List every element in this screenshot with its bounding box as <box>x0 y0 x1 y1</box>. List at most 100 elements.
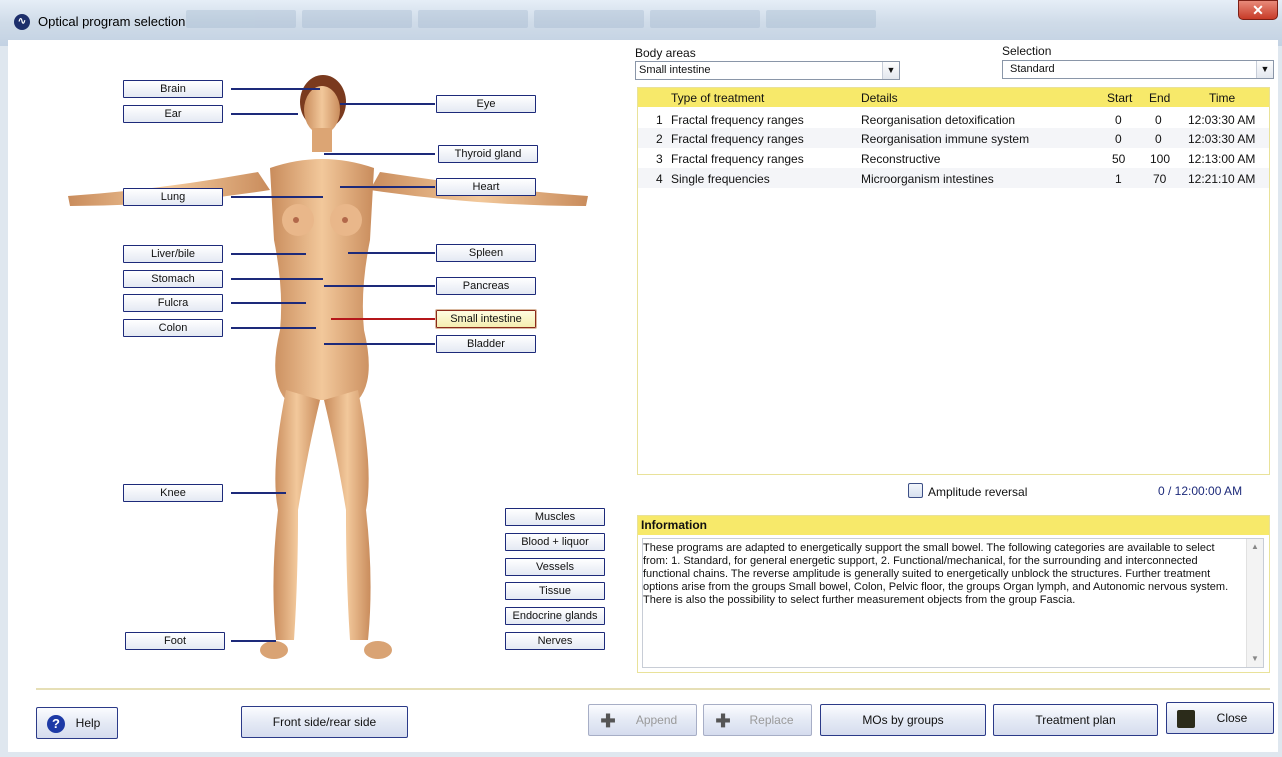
organ-button-foot[interactable]: Foot <box>125 632 225 650</box>
cell-type: Fractal frequency ranges <box>671 113 804 127</box>
group-button-nerves[interactable]: Nerves <box>505 632 605 650</box>
col-header-type[interactable]: Type of treatment <box>671 91 764 105</box>
information-scrollbar[interactable]: ▲ ▼ <box>1246 539 1263 667</box>
cell-end: 0 <box>1155 113 1162 127</box>
window-title: Optical program selection <box>38 14 186 29</box>
cell-end: 0 <box>1155 132 1162 146</box>
row-number: 1 <box>656 113 663 127</box>
cell-details: Microorganism intestines <box>861 172 994 186</box>
right-foot-shape <box>364 641 392 659</box>
treatment-table: Type of treatment Details Start End Time… <box>637 87 1270 475</box>
app-icon: ∿ <box>14 14 30 30</box>
information-title: Information <box>638 516 1269 535</box>
organ-button-colon[interactable]: Colon <box>123 319 223 337</box>
close-button[interactable]: Close <box>1166 702 1274 734</box>
row-number: 3 <box>656 152 663 166</box>
cell-end: 100 <box>1150 152 1171 166</box>
detail-mark <box>342 217 348 223</box>
organ-button-ear[interactable]: Ear <box>123 105 223 123</box>
ghost-tab <box>766 10 876 28</box>
row-number: 4 <box>656 172 663 186</box>
col-header-details[interactable]: Details <box>861 91 898 105</box>
close-window-button[interactable]: ✕ <box>1238 0 1278 20</box>
help-button[interactable]: ? Help <box>36 707 118 739</box>
group-button-endocrine-glands[interactable]: Endocrine glands <box>505 607 605 625</box>
help-icon: ? <box>47 715 65 733</box>
append-button[interactable]: ✚ Append <box>588 704 697 736</box>
replace-label: Replace <box>749 713 794 727</box>
table-header: Type of treatment Details Start End Time <box>638 88 1269 107</box>
organ-button-pancreas[interactable]: Pancreas <box>436 277 536 295</box>
col-header-time[interactable]: Time <box>1209 91 1235 105</box>
col-header-start[interactable]: Start <box>1107 91 1132 105</box>
cell-details: Reorganisation immune system <box>861 132 1030 146</box>
cell-start: 0 <box>1115 132 1122 146</box>
organ-button-stomach[interactable]: Stomach <box>123 270 223 288</box>
left-foot-shape <box>260 641 288 659</box>
cell-details: Reconstructive <box>861 152 941 166</box>
information-panel: Information ▲ ▼ These programs are adapt… <box>637 515 1270 673</box>
organ-button-liver-bile[interactable]: Liver/bile <box>123 245 223 263</box>
chevron-down-icon[interactable]: ▼ <box>1256 61 1273 78</box>
col-header-end[interactable]: End <box>1149 91 1170 105</box>
selection-label: Selection <box>1002 44 1052 58</box>
cell-time: 12:03:30 AM <box>1188 113 1256 127</box>
scroll-down-icon[interactable]: ▼ <box>1247 651 1263 667</box>
body-areas-value: Small intestine <box>639 64 711 76</box>
cell-time: 12:03:30 AM <box>1188 132 1256 146</box>
ghost-tab <box>186 10 296 28</box>
cell-details: Reorganisation detoxification <box>861 113 1016 127</box>
organ-button-lung[interactable]: Lung <box>123 188 223 206</box>
organ-button-spleen[interactable]: Spleen <box>436 244 536 262</box>
selection-select[interactable]: Standard ▼ <box>1002 60 1274 79</box>
organ-button-thyroid-gland[interactable]: Thyroid gland <box>438 145 538 163</box>
cell-start: 1 <box>1115 172 1122 186</box>
background-tabs <box>186 10 876 28</box>
treatment-plan-label: Treatment plan <box>1035 713 1116 727</box>
front-rear-button[interactable]: Front side/rear side <box>241 706 408 738</box>
dialog-body: Brain Ear Lung Liver/bile Stomach Fulcra… <box>8 40 1278 752</box>
replace-button[interactable]: ✚ Replace <box>703 704 812 736</box>
treatment-plan-button[interactable]: Treatment plan <box>993 704 1158 736</box>
detail-mark <box>293 217 299 223</box>
chevron-down-icon[interactable]: ▼ <box>882 62 899 79</box>
table-row[interactable]: 3 Fractal frequency ranges Reconstructiv… <box>638 148 1269 168</box>
group-button-vessels[interactable]: Vessels <box>505 558 605 576</box>
close-label: Close <box>1216 711 1248 725</box>
table-row[interactable]: 4 Single frequencies Microorganism intes… <box>638 168 1269 188</box>
exit-door-icon <box>1177 710 1195 728</box>
cell-time: 12:13:00 AM <box>1188 152 1256 166</box>
ghost-tab <box>418 10 528 28</box>
left-leg-shape <box>273 390 320 640</box>
group-button-blood-liquor[interactable]: Blood + liquor <box>505 533 605 551</box>
amplitude-reversal-checkbox[interactable] <box>908 483 923 498</box>
organ-button-knee[interactable]: Knee <box>123 484 223 502</box>
cell-end: 70 <box>1153 172 1167 186</box>
group-button-muscles[interactable]: Muscles <box>505 508 605 526</box>
table-row[interactable]: 2 Fractal frequency ranges Reorganisatio… <box>638 128 1269 148</box>
body-areas-select[interactable]: Small intestine ▼ <box>635 61 900 80</box>
scroll-up-icon[interactable]: ▲ <box>1247 539 1263 555</box>
organ-button-eye[interactable]: Eye <box>436 95 536 113</box>
head-shape <box>304 86 340 134</box>
cell-type: Fractal frequency ranges <box>671 152 804 166</box>
amplitude-reversal-label: Amplitude reversal <box>928 485 1028 499</box>
body-areas-label: Body areas <box>635 46 696 60</box>
plus-icon: ✚ <box>715 711 731 731</box>
organ-button-small-intestine[interactable]: Small intestine <box>435 309 537 329</box>
table-row[interactable]: 1 Fractal frequency ranges Reorganisatio… <box>638 109 1269 129</box>
group-button-tissue[interactable]: Tissue <box>505 582 605 600</box>
mos-by-groups-label: MOs by groups <box>862 713 944 727</box>
mos-by-groups-button[interactable]: MOs by groups <box>820 704 986 736</box>
cell-type: Fractal frequency ranges <box>671 132 804 146</box>
organ-button-heart[interactable]: Heart <box>436 178 536 196</box>
cell-start: 0 <box>1115 113 1122 127</box>
append-label: Append <box>635 713 678 727</box>
ghost-tab <box>302 10 412 28</box>
organ-button-bladder[interactable]: Bladder <box>436 335 536 353</box>
organ-button-fulcra[interactable]: Fulcra <box>123 294 223 312</box>
selection-value: Standard <box>1010 63 1055 75</box>
front-rear-label: Front side/rear side <box>272 715 377 729</box>
organ-button-brain[interactable]: Brain <box>123 80 223 98</box>
neck-shape <box>312 128 332 152</box>
